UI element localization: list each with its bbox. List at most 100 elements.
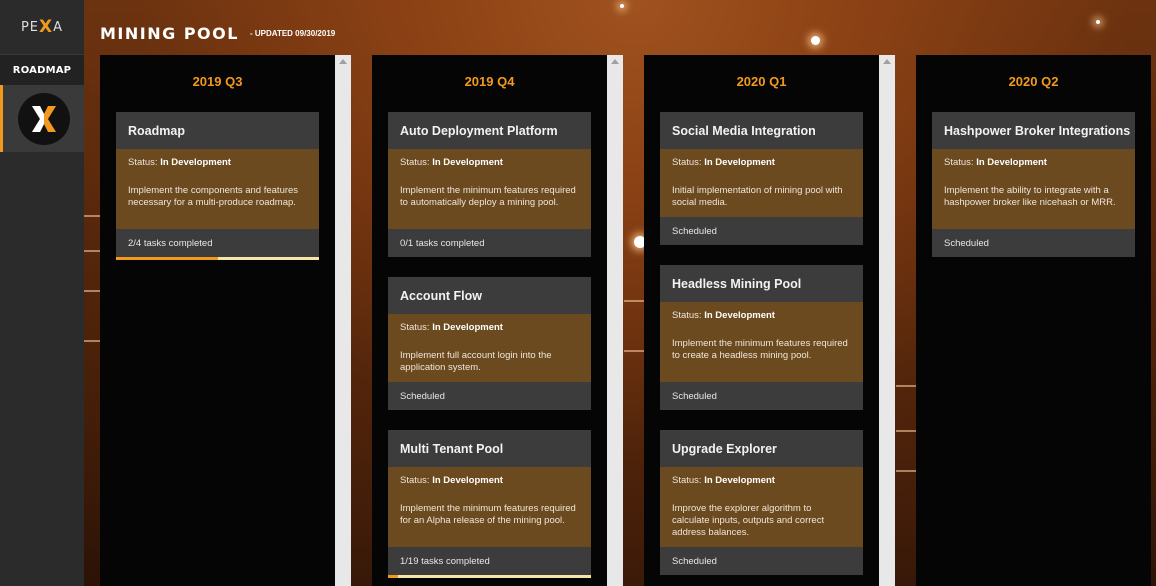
status-value: In Development	[160, 157, 231, 168]
column-header: 2019 Q3	[192, 73, 243, 89]
progress-fill	[388, 575, 399, 578]
card-description: Implement the minimum features required …	[672, 338, 848, 361]
glow-dot	[811, 36, 820, 45]
circuit-line	[896, 385, 916, 387]
progress-fill	[116, 257, 218, 260]
circuit-line	[896, 470, 916, 472]
card-status: Status: In Development	[128, 157, 307, 169]
status-prefix: Status:	[400, 475, 430, 486]
column-header: 2019 Q4	[464, 73, 515, 89]
card-footer: Scheduled	[932, 229, 1135, 257]
circuit-line	[84, 290, 100, 292]
status-prefix: Status:	[672, 157, 702, 168]
card-title: Account Flow	[388, 277, 591, 314]
scroll-up-icon[interactable]	[883, 59, 891, 64]
updated-date: - UPDATED 09/30/2019	[250, 29, 336, 38]
card-footer: Scheduled	[660, 382, 863, 410]
status-value: In Development	[432, 322, 503, 333]
card-description: Initial implementation of mining pool wi…	[672, 185, 843, 208]
card-body: Status: In Development Implement the min…	[388, 149, 591, 229]
card-body: Status: In Development Implement the min…	[660, 302, 863, 382]
page-title: MINING POOL	[100, 24, 239, 43]
column-2019-q3: 2019 Q3 Roadmap Status: In Development I…	[100, 55, 335, 586]
card-status: Status: In Development	[400, 322, 579, 334]
auto-deployment-card[interactable]: Auto Deployment Platform Status: In Deve…	[388, 112, 591, 257]
card-status: Status: In Development	[672, 475, 851, 487]
card-status: Status: In Development	[400, 157, 579, 169]
circuit-line	[896, 430, 916, 432]
card-description: Implement the ability to integrate with …	[944, 185, 1116, 208]
status-value: In Development	[432, 157, 503, 168]
column-2020-q2: 2020 Q2 Hashpower Broker Integrations St…	[916, 55, 1151, 586]
logo-text-left: PE	[20, 19, 40, 35]
card-description: Implement the minimum features required …	[400, 185, 576, 208]
card-title: Auto Deployment Platform	[388, 112, 591, 149]
status-value: In Development	[704, 310, 775, 321]
circuit-line	[84, 340, 100, 342]
hashpower-broker-card[interactable]: Hashpower Broker Integrations Status: In…	[932, 112, 1135, 257]
glow-dot	[1096, 20, 1100, 24]
card-body: Status: In Development Implement the com…	[116, 149, 319, 229]
social-media-card[interactable]: Social Media Integration Status: In Deve…	[660, 112, 863, 245]
roadmap-card[interactable]: Roadmap Status: In Development Implement…	[116, 112, 319, 260]
status-prefix: Status:	[400, 157, 430, 168]
headless-mining-pool-card[interactable]: Headless Mining Pool Status: In Developm…	[660, 265, 863, 410]
scroll-up-icon[interactable]	[339, 59, 347, 64]
card-body: Status: In Development Initial implement…	[660, 149, 863, 217]
column-header: 2020 Q1	[736, 73, 787, 89]
pexa-logo[interactable]: PE X A	[0, 0, 84, 55]
card-status: Status: In Development	[672, 157, 851, 169]
card-footer: Scheduled	[660, 547, 863, 575]
status-prefix: Status:	[400, 322, 430, 333]
card-title: Headless Mining Pool	[660, 265, 863, 302]
card-body: Status: In Development Implement the min…	[388, 467, 591, 547]
circuit-line	[624, 300, 644, 302]
status-value: In Development	[432, 475, 503, 486]
nav-item-mining-pool[interactable]	[0, 85, 84, 152]
status-prefix: Status:	[672, 310, 702, 321]
pexa-x-icon	[17, 92, 70, 145]
card-status: Status: In Development	[672, 310, 851, 322]
nav-roadmap[interactable]: ROADMAP	[0, 55, 84, 85]
circuit-line	[624, 350, 644, 352]
scrollbar[interactable]	[879, 55, 895, 586]
card-title: Hashpower Broker Integrations	[932, 112, 1135, 149]
card-footer: 0/1 tasks completed	[388, 229, 591, 257]
card-body: Status: In Development Implement the abi…	[932, 149, 1135, 229]
card-footer: Scheduled	[660, 217, 863, 245]
upgrade-explorer-card[interactable]: Upgrade Explorer Status: In Development …	[660, 430, 863, 575]
status-prefix: Status:	[944, 157, 974, 168]
column-header: 2020 Q2	[1008, 73, 1059, 89]
status-value: In Development	[976, 157, 1047, 168]
account-flow-card[interactable]: Account Flow Status: In Development Impl…	[388, 277, 591, 410]
status-value: In Development	[704, 157, 775, 168]
card-description: Implement the minimum features required …	[400, 503, 576, 526]
sidebar: PE X A ROADMAP	[0, 0, 84, 586]
status-prefix: Status:	[128, 157, 158, 168]
card-footer: 1/19 tasks completed	[388, 547, 591, 575]
card-description: Implement the components and features ne…	[128, 185, 299, 208]
card-description: Implement full account login into the ap…	[400, 350, 552, 373]
scrollbar[interactable]	[607, 55, 623, 586]
card-footer: 2/4 tasks completed	[116, 229, 319, 257]
card-body: Status: In Development Improve the explo…	[660, 467, 863, 547]
circuit-line	[84, 250, 100, 252]
card-body: Status: In Development Implement full ac…	[388, 314, 591, 382]
column-2019-q4: 2019 Q4 Auto Deployment Platform Status:…	[372, 55, 607, 586]
card-description: Improve the explorer algorithm to calcul…	[672, 503, 825, 538]
card-status: Status: In Development	[944, 157, 1123, 169]
multi-tenant-pool-card[interactable]: Multi Tenant Pool Status: In Development…	[388, 430, 591, 578]
progress-bar	[116, 257, 319, 260]
scrollbar[interactable]	[335, 55, 351, 586]
card-title: Roadmap	[116, 112, 319, 149]
circuit-line	[84, 215, 100, 217]
progress-bar	[388, 575, 591, 578]
card-title: Multi Tenant Pool	[388, 430, 591, 467]
column-2020-q1: 2020 Q1 Social Media Integration Status:…	[644, 55, 879, 586]
scroll-up-icon[interactable]	[611, 59, 619, 64]
card-status: Status: In Development	[400, 475, 579, 487]
card-title: Upgrade Explorer	[660, 430, 863, 467]
glow-dot	[620, 4, 624, 8]
logo-x: X	[39, 17, 54, 37]
logo-text-right: A	[53, 19, 64, 35]
